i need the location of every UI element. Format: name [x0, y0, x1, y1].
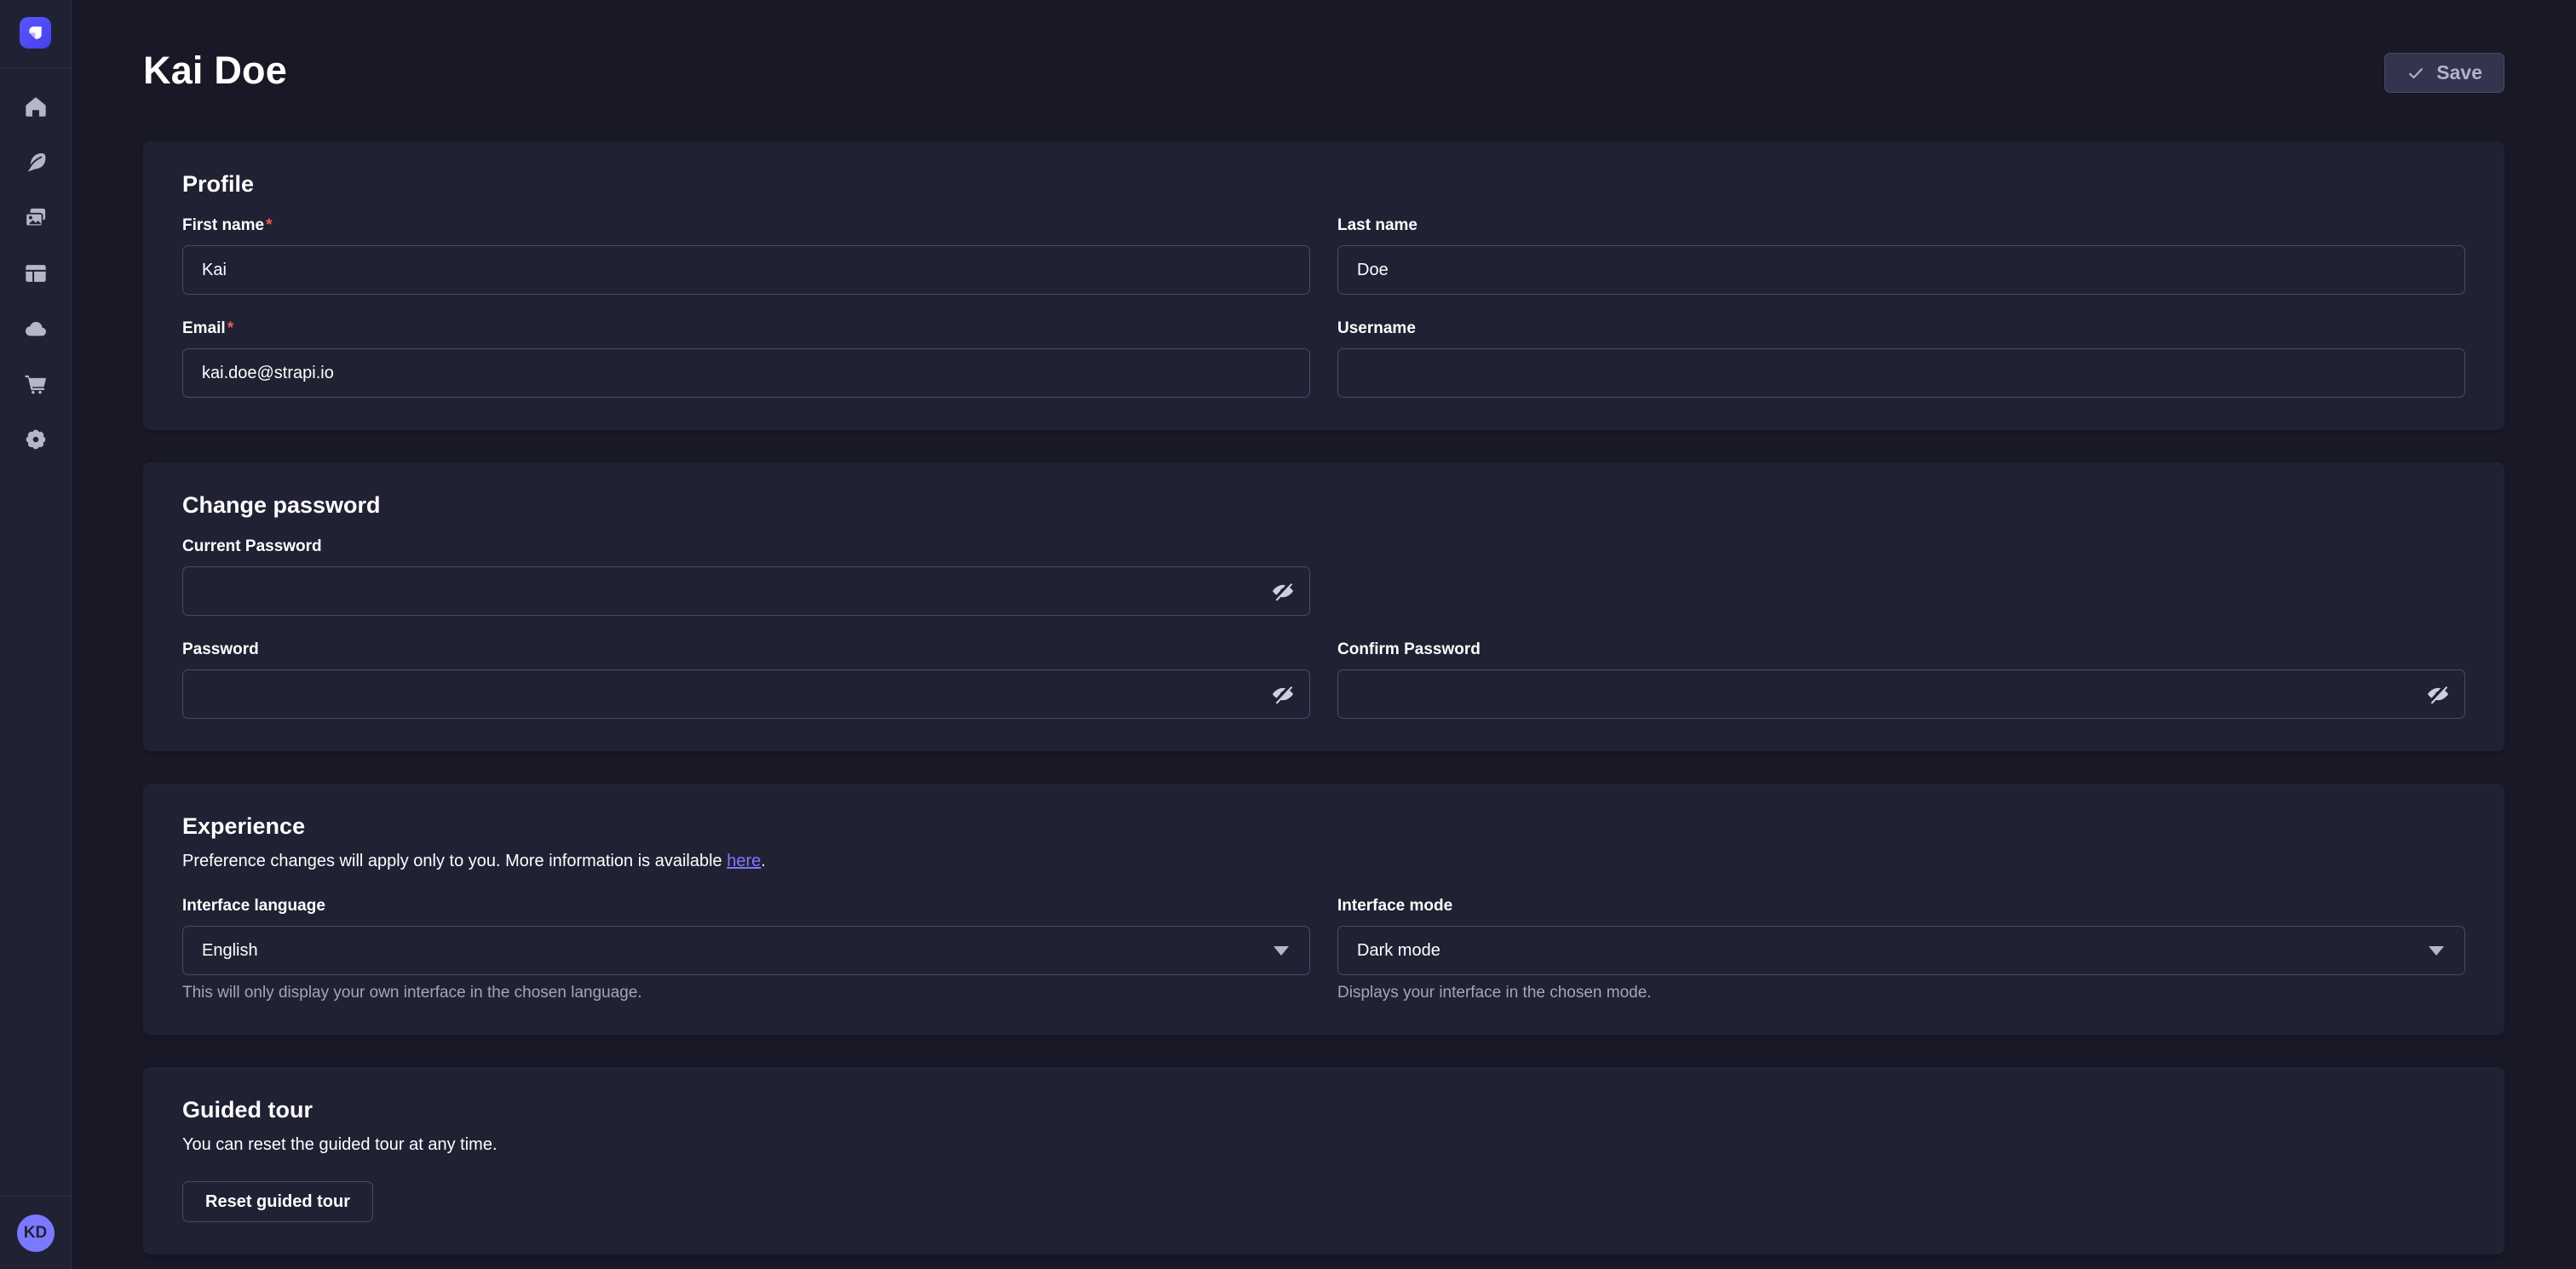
strapi-logo[interactable] [20, 17, 51, 49]
interface-language-value: English [202, 941, 258, 961]
settings-gear-icon [24, 428, 48, 451]
guided-tour-card: Guided tour You can reset the guided tou… [143, 1067, 2504, 1255]
current-password-input[interactable] [182, 566, 1310, 616]
sidebar-item-marketplace[interactable] [20, 369, 51, 399]
save-button[interactable]: Save [2384, 53, 2504, 93]
interface-language-field-group: Interface language English This will onl… [182, 896, 1310, 1002]
email-input[interactable] [182, 348, 1310, 398]
strapi-logo-icon [20, 17, 51, 49]
app-root: KD Kai Doe Save Profile First name* [0, 0, 2576, 1269]
profile-row-1: First name* Last name [182, 215, 2465, 295]
first-name-field-group: First name* [182, 215, 1310, 295]
save-button-label: Save [2436, 61, 2482, 84]
username-input-wrap [1337, 348, 2465, 398]
current-password-input-wrap [182, 566, 1310, 616]
interface-language-hint: This will only display your own interfac… [182, 984, 1310, 1002]
interface-mode-field-group: Interface mode Dark mode Displays your i… [1337, 896, 2465, 1002]
guided-tour-heading: Guided tour [182, 1096, 2465, 1124]
reset-guided-tour-button[interactable]: Reset guided tour [182, 1181, 373, 1222]
password-row-2: Password Conf [182, 640, 2465, 719]
last-name-input-wrap [1337, 245, 2465, 295]
feather-content-icon [24, 151, 48, 175]
change-password-card: Change password Current Password [143, 462, 2504, 751]
sidebar-divider [0, 67, 71, 68]
profile-row-2: Email* Username [182, 319, 2465, 398]
sidebar-item-home[interactable] [20, 92, 51, 123]
username-label: Username [1337, 319, 2465, 338]
password-input[interactable] [182, 669, 1310, 719]
more-information-link[interactable]: here [727, 852, 761, 870]
first-name-label-text: First name [182, 216, 264, 234]
interface-mode-select[interactable]: Dark mode [1337, 926, 2465, 975]
chevron-down-icon [2429, 946, 2444, 956]
last-name-label: Last name [1337, 215, 2465, 235]
sidebar: KD [0, 0, 72, 1269]
confirm-password-label: Confirm Password [1337, 640, 2465, 659]
username-input[interactable] [1337, 348, 2465, 398]
interface-mode-label: Interface mode [1337, 896, 2465, 916]
required-asterisk: * [227, 319, 233, 337]
sidebar-nav [20, 92, 51, 455]
sidebar-item-content-type-builder[interactable] [20, 258, 51, 289]
confirm-password-input-wrap [1337, 669, 2465, 719]
experience-row: Interface language English This will onl… [182, 896, 2465, 1002]
last-name-field-group: Last name [1337, 215, 2465, 295]
sidebar-item-content-manager[interactable] [20, 147, 51, 178]
page-header: Kai Doe Save [143, 48, 2504, 94]
password-row-spacer [1337, 537, 2465, 616]
toggle-current-password-visibility[interactable] [1262, 566, 1303, 616]
current-password-label: Current Password [182, 537, 1310, 556]
eye-slash-icon [1271, 579, 1295, 603]
experience-description-period: . [761, 852, 766, 870]
home-icon [24, 95, 48, 119]
password-row-1: Current Password [182, 537, 2465, 616]
eye-slash-icon [2426, 682, 2450, 706]
cloud-icon [24, 317, 48, 341]
chevron-down-icon [1274, 946, 1289, 956]
layout-panel-icon [24, 261, 48, 285]
interface-language-label: Interface language [182, 896, 1310, 916]
user-avatar[interactable]: KD [17, 1214, 55, 1252]
experience-heading: Experience [182, 813, 2465, 841]
first-name-input[interactable] [182, 245, 1310, 295]
interface-mode-hint: Displays your interface in the chosen mo… [1337, 984, 2465, 1002]
interface-mode-value: Dark mode [1357, 941, 1440, 961]
sidebar-divider [0, 1196, 71, 1197]
main-content: Kai Doe Save Profile First name* Last [72, 0, 2576, 1269]
sidebar-item-settings[interactable] [20, 424, 51, 455]
confirm-password-field-group: Confirm Password [1337, 640, 2465, 719]
first-name-input-wrap [182, 245, 1310, 295]
check-icon [2406, 64, 2425, 83]
sidebar-bottom: KD [0, 1196, 71, 1269]
first-name-label: First name* [182, 215, 1310, 235]
username-field-group: Username [1337, 319, 2465, 398]
email-label-text: Email [182, 319, 226, 337]
page-title: Kai Doe [143, 48, 287, 94]
email-label: Email* [182, 319, 1310, 338]
email-input-wrap [182, 348, 1310, 398]
eye-slash-icon [1271, 682, 1295, 706]
current-password-field-group: Current Password [182, 537, 1310, 616]
change-password-heading: Change password [182, 491, 2465, 520]
email-field-group: Email* [182, 319, 1310, 398]
sidebar-item-media-library[interactable] [20, 203, 51, 233]
last-name-input[interactable] [1337, 245, 2465, 295]
experience-description-text: Preference changes will apply only to yo… [182, 852, 727, 870]
media-library-icon [24, 206, 48, 230]
sidebar-item-deploy[interactable] [20, 313, 51, 344]
toggle-password-visibility[interactable] [1262, 669, 1303, 719]
password-input-wrap [182, 669, 1310, 719]
required-asterisk: * [266, 216, 272, 234]
toggle-confirm-password-visibility[interactable] [2418, 669, 2458, 719]
profile-heading: Profile [182, 170, 2465, 198]
guided-tour-description: You can reset the guided tour at any tim… [182, 1134, 2465, 1156]
experience-card: Experience Preference changes will apply… [143, 784, 2504, 1035]
marketplace-cart-icon [24, 372, 48, 396]
interface-language-select[interactable]: English [182, 926, 1310, 975]
password-field-group: Password [182, 640, 1310, 719]
profile-card: Profile First name* Last name Emai [143, 141, 2504, 430]
experience-description: Preference changes will apply only to yo… [182, 851, 2465, 872]
confirm-password-input[interactable] [1337, 669, 2465, 719]
password-label: Password [182, 640, 1310, 659]
